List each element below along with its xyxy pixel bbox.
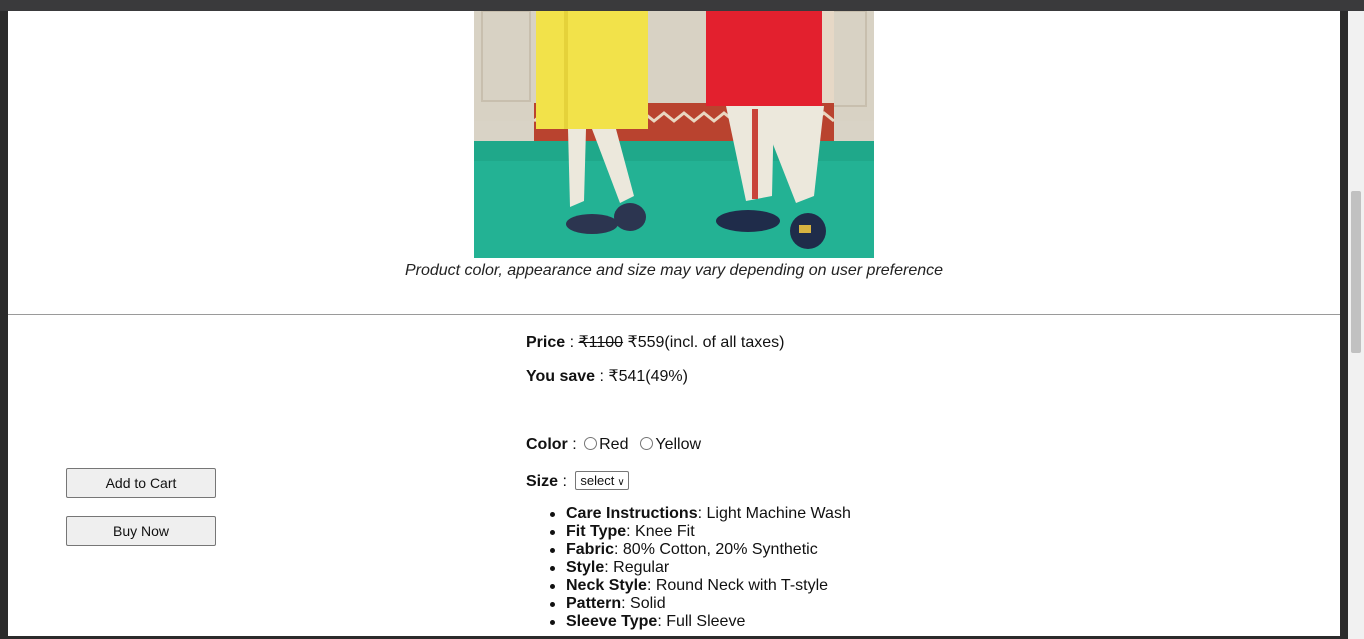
- spec-value: : 80% Cotton, 20% Synthetic: [614, 541, 818, 558]
- size-dropdown-value: select: [580, 473, 615, 488]
- spec-key: Fit Type: [566, 523, 627, 540]
- vertical-scrollbar[interactable]: [1348, 11, 1364, 639]
- list-item: Sleeve Type: Full Sleeve: [550, 613, 851, 631]
- savings-separator: :: [595, 368, 609, 385]
- color-option-red-label: Red: [599, 436, 629, 453]
- list-item: Care Instructions: Light Machine Wash: [550, 505, 851, 523]
- window-frame-right: [1340, 11, 1348, 639]
- savings-row: You save : ₹541(49%): [526, 366, 688, 386]
- spec-key: Fabric: [566, 541, 615, 558]
- section-divider: [8, 314, 1340, 315]
- scrollbar-thumb[interactable]: [1351, 191, 1361, 353]
- spec-value: : Light Machine Wash: [697, 505, 851, 522]
- spec-value: : Solid: [621, 595, 666, 612]
- product-specs-list: Care Instructions: Light Machine Wash Fi…: [550, 505, 851, 631]
- page-content: Product color, appearance and size may v…: [8, 11, 1340, 636]
- list-item: Fit Type: Knee Fit: [550, 523, 851, 541]
- spec-value: : Round Neck with T-style: [646, 577, 829, 594]
- list-item: Pattern: Solid: [550, 595, 851, 613]
- list-item: Fabric: 80% Cotton, 20% Synthetic: [550, 541, 851, 559]
- window-top-bar: [0, 0, 1364, 11]
- original-price: ₹1100: [578, 334, 624, 351]
- radio-red[interactable]: [584, 437, 598, 450]
- spec-value: : Knee Fit: [626, 523, 695, 540]
- size-separator: :: [558, 473, 572, 490]
- spec-key: Neck Style: [566, 577, 647, 594]
- price-row: Price : ₹1100 ₹559(incl. of all taxes): [526, 332, 784, 352]
- size-selector: Size : select ∨: [526, 471, 629, 491]
- add-to-cart-button[interactable]: Add to Cart: [66, 468, 216, 498]
- size-dropdown[interactable]: select ∨: [575, 471, 629, 490]
- buy-now-button[interactable]: Buy Now: [66, 516, 216, 546]
- spec-key: Sleeve Type: [566, 613, 658, 630]
- savings-label: You save: [526, 368, 596, 385]
- tax-note: (incl. of all taxes): [664, 334, 785, 351]
- spec-key: Care Instructions: [566, 505, 698, 522]
- color-option-yellow[interactable]: Yellow: [637, 436, 701, 454]
- current-price: ₹559: [627, 334, 665, 351]
- color-option-yellow-label: Yellow: [655, 436, 702, 453]
- spec-value: : Full Sleeve: [657, 613, 746, 630]
- list-item: Style: Regular: [550, 559, 851, 577]
- spec-key: Pattern: [566, 595, 622, 612]
- list-item: Neck Style: Round Neck with T-style: [550, 577, 851, 595]
- savings-value: ₹541(49%): [608, 368, 688, 385]
- window-frame-left: [0, 11, 8, 639]
- radio-yellow[interactable]: [640, 437, 654, 450]
- color-separator: :: [567, 436, 582, 453]
- price-separator: :: [565, 334, 579, 351]
- price-label: Price: [526, 334, 566, 351]
- product-image-caption: Product color, appearance and size may v…: [404, 262, 944, 279]
- color-selector: Color : Red Yellow: [526, 436, 701, 454]
- chevron-down-icon: ∨: [617, 477, 625, 488]
- size-label: Size: [526, 473, 559, 490]
- spec-value: : Regular: [604, 559, 670, 576]
- spec-key: Style: [566, 559, 605, 576]
- product-image: [474, 11, 874, 258]
- color-label: Color: [526, 436, 568, 453]
- color-option-red[interactable]: Red: [581, 436, 628, 454]
